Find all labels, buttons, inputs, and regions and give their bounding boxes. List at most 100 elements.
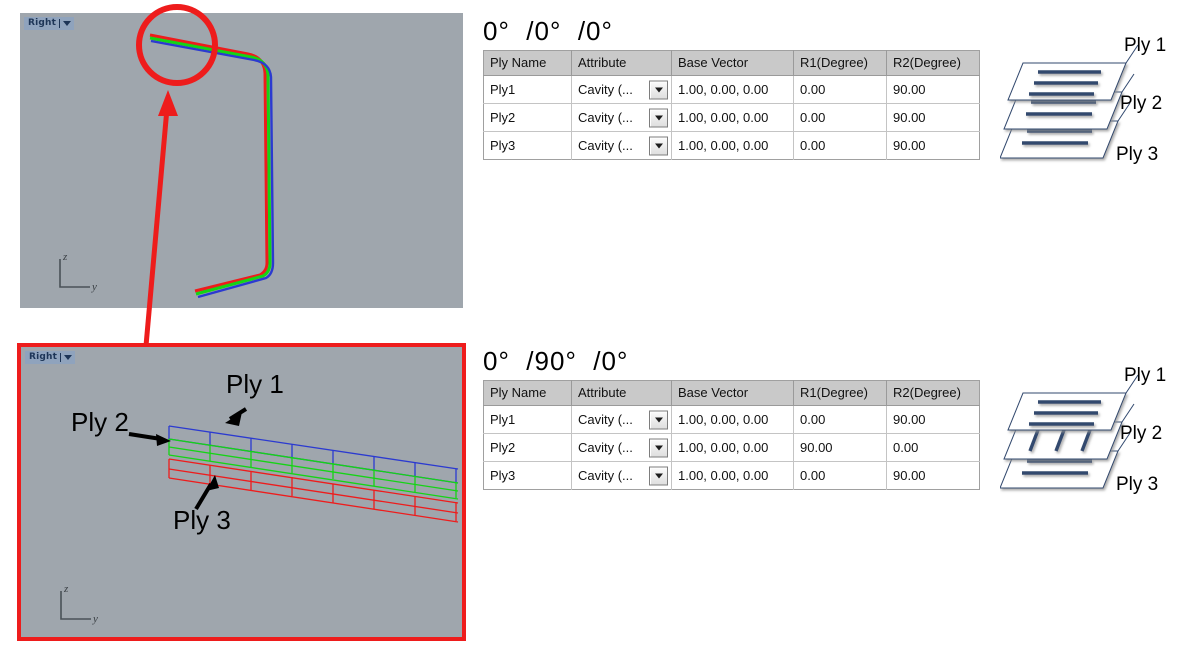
chevron-down-icon [654, 473, 663, 478]
table-row[interactable]: Ply2 Cavity (... 1.00, 0.00, 0.00 0.00 9… [483, 103, 980, 132]
chevron-down-icon [654, 143, 663, 148]
cell-attribute[interactable]: Cavity (... [571, 433, 672, 462]
chevron-down-icon [654, 445, 663, 450]
viewport-ply-detail[interactable]: Ply 1 Ply 2 Ply 3 Right z y [17, 343, 466, 641]
viewport-overview[interactable]: Right z y [20, 13, 463, 308]
attribute-dropdown-button[interactable] [649, 80, 668, 99]
column-header-r1: R1(Degree) [793, 50, 887, 76]
callout-label-ply2: Ply 2 [71, 407, 129, 437]
cell-r2[interactable]: 90.00 [886, 405, 980, 434]
cell-r2[interactable]: 0.00 [886, 433, 980, 462]
cell-attribute[interactable]: Cavity (... [571, 103, 672, 132]
column-header-ply-name: Ply Name [483, 50, 572, 76]
attribute-dropdown-button[interactable] [649, 466, 668, 485]
column-header-ply-name: Ply Name [483, 380, 572, 406]
stack-label-ply2: Ply 2 [1120, 93, 1163, 114]
layup-section-1: 0° /0° /0° Ply Name Attribute Base Vecto… [483, 14, 980, 160]
table-row[interactable]: Ply2 Cavity (... 1.00, 0.00, 0.00 90.00 … [483, 433, 980, 462]
column-header-r2: R2(Degree) [886, 380, 980, 406]
cell-r1[interactable]: 0.00 [793, 75, 887, 104]
cell-base-vector: 1.00, 0.00, 0.00 [671, 75, 794, 104]
stack-label-ply1: Ply 1 [1124, 365, 1167, 386]
attribute-dropdown-button[interactable] [649, 108, 668, 127]
ply-stack-diagram-2: Ply 1 Ply 2 Ply 3 [999, 348, 1184, 518]
cell-r2[interactable]: 90.00 [886, 75, 980, 104]
callout-label-ply3: Ply 3 [173, 505, 231, 535]
column-header-r2: R2(Degree) [886, 50, 980, 76]
cell-ply-name: Ply2 [483, 103, 572, 132]
layup-section-2: 0° /90° /0° Ply Name Attribute Base Vect… [483, 344, 980, 490]
viewport-view-name-detail: Right [29, 352, 58, 362]
axis-indicator-top: z y [50, 251, 110, 301]
column-header-base-vector: Base Vector [671, 380, 794, 406]
cell-r1[interactable]: 0.00 [793, 405, 887, 434]
axis-label-vertical: z [63, 251, 68, 263]
table-header-row: Ply Name Attribute Base Vector R1(Degree… [483, 50, 980, 76]
cell-base-vector: 1.00, 0.00, 0.00 [671, 405, 794, 434]
chevron-down-icon [654, 417, 663, 422]
cell-r1[interactable]: 90.00 [793, 433, 887, 462]
table-row[interactable]: Ply3 Cavity (... 1.00, 0.00, 0.00 0.00 9… [483, 131, 980, 160]
chevron-down-icon [654, 87, 663, 92]
cell-attribute[interactable]: Cavity (... [571, 461, 672, 490]
axis-label-vertical: z [64, 583, 69, 595]
cell-attribute[interactable]: Cavity (... [571, 75, 672, 104]
cell-r2[interactable]: 90.00 [886, 131, 980, 160]
ply-table-2[interactable]: Ply Name Attribute Base Vector R1(Degree… [483, 380, 980, 490]
cell-base-vector: 1.00, 0.00, 0.00 [671, 433, 794, 462]
callout-label-ply1: Ply 1 [226, 369, 284, 399]
chevron-down-icon [654, 115, 663, 120]
ply-stack-diagram-1: Ply 1 Ply 2 Ply 3 [999, 18, 1184, 188]
viewport-view-name: Right [28, 18, 57, 28]
attribute-value: Cavity (... [578, 439, 633, 455]
cell-ply-name: Ply1 [483, 75, 572, 104]
stack-label-ply3: Ply 3 [1116, 474, 1159, 495]
attribute-value: Cavity (... [578, 81, 633, 97]
angle-title-2: 0° /90° /0° [483, 346, 629, 376]
attribute-value: Cavity (... [578, 411, 633, 427]
attribute-value: Cavity (... [578, 467, 633, 483]
divider [59, 19, 61, 28]
viewport-view-label-detail[interactable]: Right [25, 351, 76, 364]
cell-ply-name: Ply2 [483, 433, 572, 462]
cell-ply-name: Ply3 [483, 131, 572, 160]
cell-r1[interactable]: 0.00 [793, 131, 887, 160]
table-row[interactable]: Ply1 Cavity (... 1.00, 0.00, 0.00 0.00 9… [483, 75, 980, 104]
ply-table-1[interactable]: Ply Name Attribute Base Vector R1(Degree… [483, 50, 980, 160]
cell-ply-name: Ply3 [483, 461, 572, 490]
axis-indicator-detail: z y [51, 583, 111, 633]
attribute-value: Cavity (... [578, 109, 633, 125]
cell-base-vector: 1.00, 0.00, 0.00 [671, 461, 794, 490]
axis-label-horizontal: y [93, 613, 98, 625]
axis-triad-icon [60, 591, 91, 620]
table-row[interactable]: Ply1 Cavity (... 1.00, 0.00, 0.00 0.00 9… [483, 405, 980, 434]
cell-attribute[interactable]: Cavity (... [571, 131, 672, 160]
stack-label-ply1: Ply 1 [1124, 35, 1167, 56]
angle-title-1: 0° /0° /0° [483, 16, 613, 46]
column-header-r1: R1(Degree) [793, 380, 887, 406]
table-header-row: Ply Name Attribute Base Vector R1(Degree… [483, 380, 980, 406]
divider [60, 353, 62, 362]
column-header-attribute: Attribute [571, 50, 672, 76]
stack-label-ply3: Ply 3 [1116, 144, 1159, 165]
column-header-attribute: Attribute [571, 380, 672, 406]
stack-label-ply2: Ply 2 [1120, 423, 1163, 444]
chevron-down-icon[interactable] [63, 21, 72, 26]
attribute-value: Cavity (... [578, 137, 633, 153]
viewport-view-label[interactable]: Right [24, 17, 75, 30]
cell-r1[interactable]: 0.00 [793, 461, 887, 490]
chevron-down-icon[interactable] [64, 355, 73, 360]
cell-r2[interactable]: 90.00 [886, 103, 980, 132]
cell-r1[interactable]: 0.00 [793, 103, 887, 132]
axis-triad-icon [59, 259, 90, 288]
cell-ply-name: Ply1 [483, 405, 572, 434]
cell-base-vector: 1.00, 0.00, 0.00 [671, 131, 794, 160]
attribute-dropdown-button[interactable] [649, 136, 668, 155]
attribute-dropdown-button[interactable] [649, 438, 668, 457]
axis-label-horizontal: y [92, 281, 97, 293]
attribute-dropdown-button[interactable] [649, 410, 668, 429]
column-header-base-vector: Base Vector [671, 50, 794, 76]
table-row[interactable]: Ply3 Cavity (... 1.00, 0.00, 0.00 0.00 9… [483, 461, 980, 490]
cell-attribute[interactable]: Cavity (... [571, 405, 672, 434]
cell-r2[interactable]: 90.00 [886, 461, 980, 490]
